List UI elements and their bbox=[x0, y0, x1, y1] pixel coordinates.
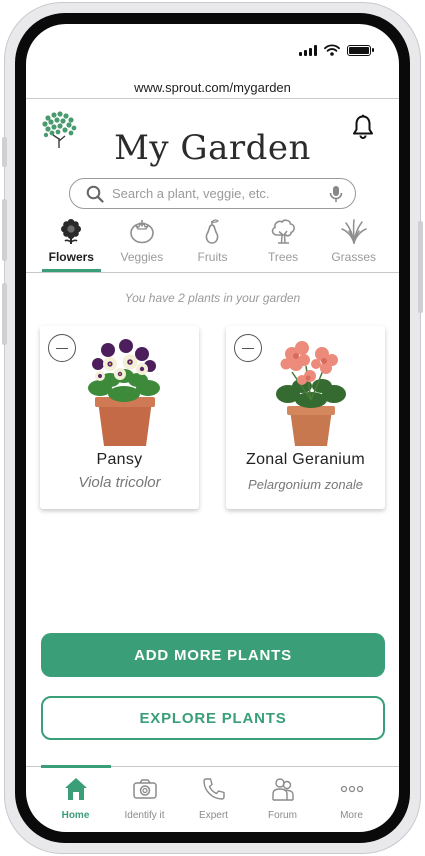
pansy-plant-image bbox=[88, 339, 160, 446]
divider bbox=[26, 98, 399, 99]
nav-label: Identify it bbox=[124, 810, 165, 821]
active-nav-indicator bbox=[41, 765, 111, 768]
microphone-icon[interactable] bbox=[329, 185, 343, 203]
tomato-icon bbox=[130, 220, 154, 244]
mute-switch bbox=[2, 137, 7, 167]
tab-flowers[interactable]: Flowers bbox=[36, 218, 107, 272]
camera-icon bbox=[132, 779, 157, 799]
tab-fruits[interactable]: Fruits bbox=[177, 218, 248, 270]
nav-home[interactable]: Home bbox=[41, 772, 110, 822]
nav-more[interactable]: More bbox=[317, 772, 386, 822]
explore-plants-button[interactable]: EXPLORE PLANTS bbox=[41, 696, 385, 740]
plant-card-pansy[interactable]: Pansy Viola tricolor bbox=[40, 326, 199, 509]
nav-label: Home bbox=[61, 810, 90, 821]
plant-scientific-name: Viola tricolor bbox=[78, 474, 161, 491]
power-button bbox=[418, 221, 423, 313]
tab-veggies[interactable]: Veggies bbox=[107, 218, 178, 270]
tree-icon bbox=[271, 219, 296, 244]
pear-icon bbox=[206, 219, 220, 244]
home-icon bbox=[64, 778, 87, 800]
nav-label: Expert bbox=[199, 810, 228, 821]
cellular-signal-icon bbox=[299, 44, 317, 56]
bottom-navigation: Home Identify it Expert Forum More bbox=[41, 772, 386, 822]
plant-name: Zonal Geranium bbox=[246, 451, 365, 468]
status-bar bbox=[299, 44, 374, 56]
category-tabs: Flowers Veggies Fruits Trees Grasses bbox=[36, 218, 389, 272]
volume-down-button bbox=[2, 283, 7, 345]
tab-label: Flowers bbox=[48, 250, 94, 264]
search-bar[interactable] bbox=[69, 178, 356, 209]
divider bbox=[26, 272, 399, 273]
volume-up-button bbox=[2, 199, 7, 261]
flower-icon bbox=[61, 219, 82, 244]
tab-label: Veggies bbox=[120, 250, 164, 264]
people-icon bbox=[271, 778, 294, 801]
search-icon bbox=[86, 185, 104, 203]
page-title: My Garden bbox=[114, 128, 311, 168]
remove-plant-button[interactable] bbox=[234, 334, 262, 362]
plant-count-text: You have 2 plants in your garden bbox=[124, 291, 301, 305]
search-input[interactable] bbox=[112, 186, 329, 201]
more-dots-icon bbox=[340, 785, 363, 793]
tab-label: Grasses bbox=[331, 250, 377, 264]
plant-name: Pansy bbox=[96, 451, 143, 468]
plant-card-zonal-geranium[interactable]: Zonal Geranium Pelargonium zonale bbox=[226, 326, 385, 509]
nav-forum[interactable]: Forum bbox=[248, 772, 317, 822]
nav-identify-it[interactable]: Identify it bbox=[110, 772, 179, 822]
remove-plant-button[interactable] bbox=[48, 334, 76, 362]
nav-label: More bbox=[340, 810, 363, 821]
geranium-plant-image bbox=[276, 341, 346, 446]
plant-scientific-name: Pelargonium zonale bbox=[248, 477, 363, 492]
url-bar[interactable]: www.sprout.com/mygarden bbox=[26, 80, 399, 95]
battery-icon bbox=[347, 44, 374, 56]
bell-icon[interactable] bbox=[351, 114, 375, 140]
tab-label: Fruits bbox=[197, 250, 228, 264]
phone-icon bbox=[202, 778, 225, 800]
tab-trees[interactable]: Trees bbox=[248, 218, 319, 270]
grass-icon bbox=[340, 219, 367, 244]
tab-label: Trees bbox=[267, 250, 299, 264]
screen: www.sprout.com/mygarden My Garden Search… bbox=[26, 24, 399, 832]
nav-label: Forum bbox=[268, 810, 297, 821]
tab-grasses[interactable]: Grasses bbox=[318, 218, 389, 270]
nav-expert[interactable]: Expert bbox=[179, 772, 248, 822]
add-more-plants-button[interactable]: ADD MORE PLANTS bbox=[41, 633, 385, 677]
wifi-icon bbox=[324, 44, 340, 56]
